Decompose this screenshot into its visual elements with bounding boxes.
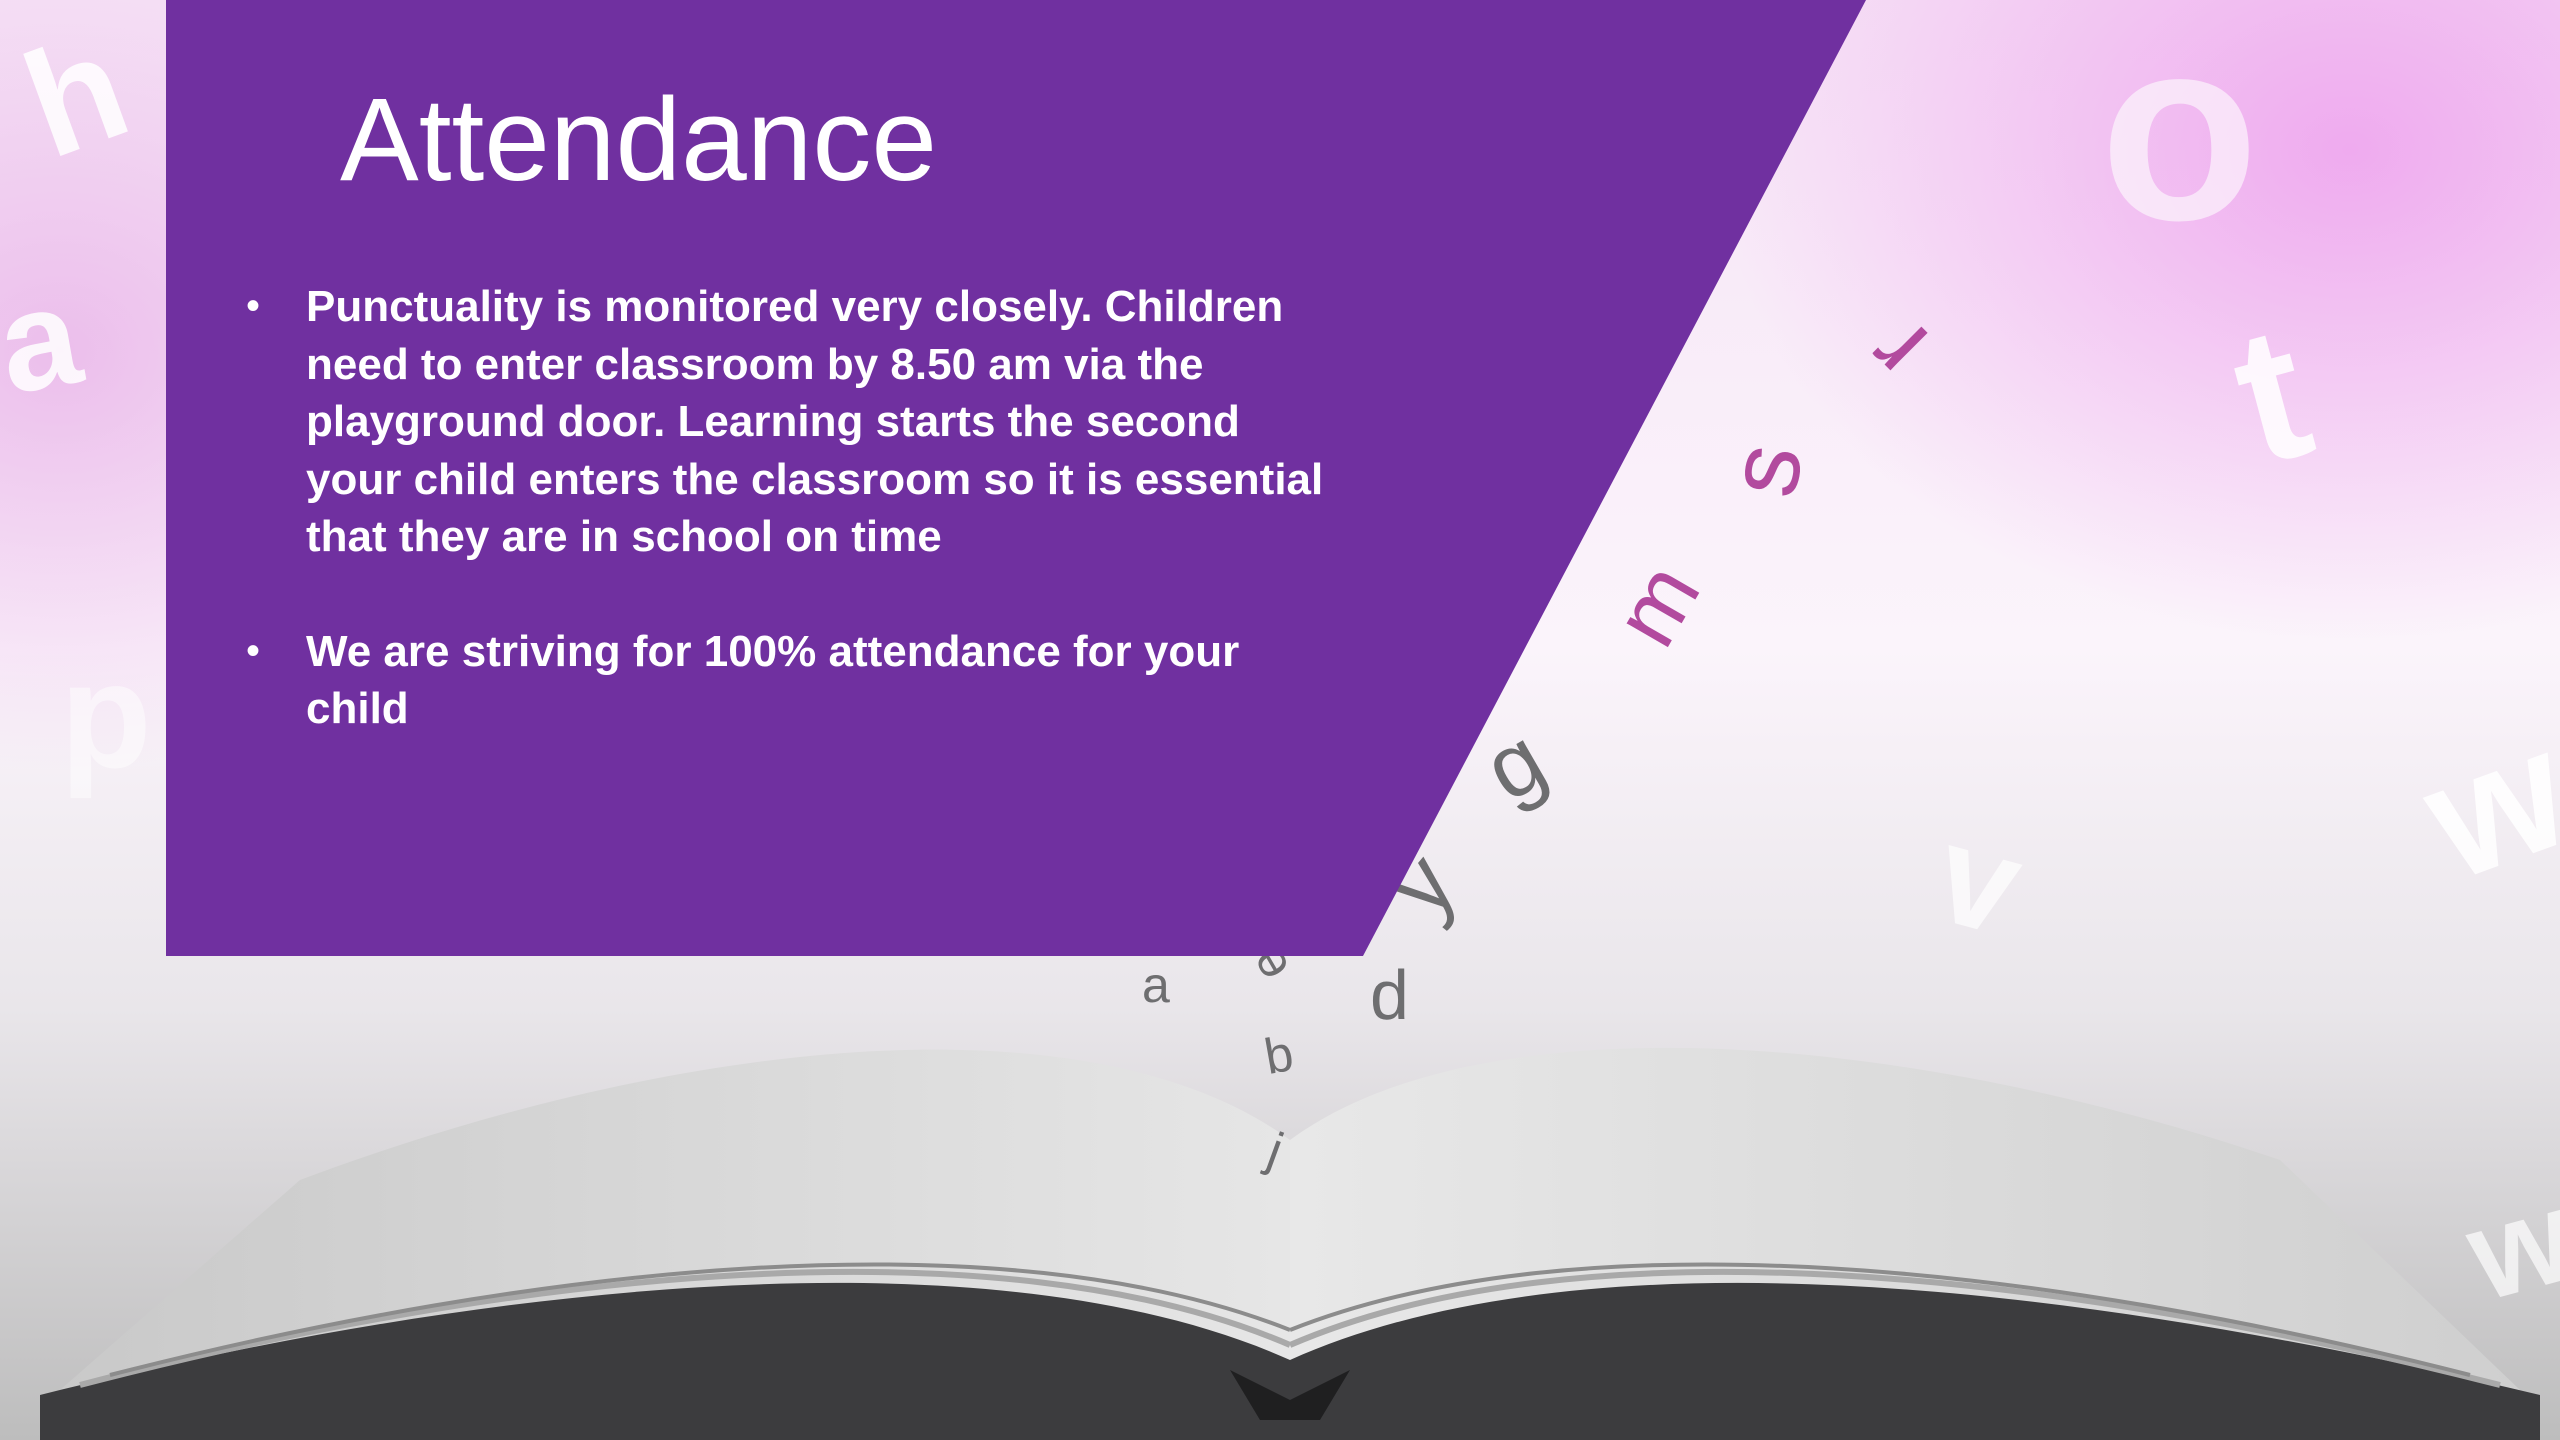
floating-letter: t [2213,284,2330,506]
bullet-list: • Punctuality is monitored very closely.… [240,278,1340,795]
bullet-marker: • [246,284,261,328]
floating-letter: v [1921,793,2037,966]
floating-letter: s [1705,435,1825,505]
floating-letter: g [1468,709,1562,821]
floating-letter: b [1260,1025,1298,1085]
bullet-item: • We are striving for 100% attendance fo… [240,623,1340,738]
slide-title: Attendance [340,74,938,206]
floating-letter: j [1260,1121,1291,1179]
bullet-text: We are striving for 100% attendance for … [306,626,1240,734]
floating-letter: h [4,0,148,190]
floating-letter: m [1595,547,1720,663]
floating-letter: a [1142,957,1170,1013]
slide: h a p o t w r s m g y a d b j e v w Atte… [0,0,2560,1440]
floating-letter: w [2401,693,2560,917]
floating-letter: p [60,631,152,799]
floating-letter: w [2452,1161,2560,1329]
floating-letter: a [0,255,91,424]
bullet-item: • Punctuality is monitored very closely.… [240,278,1340,566]
bullet-marker: • [246,628,261,673]
bullet-text: Punctuality is monitored very closely. C… [306,282,1324,561]
floating-letter: d [1370,956,1409,1034]
floating-letter: r [1845,298,1949,402]
floating-letter: o [2100,0,2259,275]
